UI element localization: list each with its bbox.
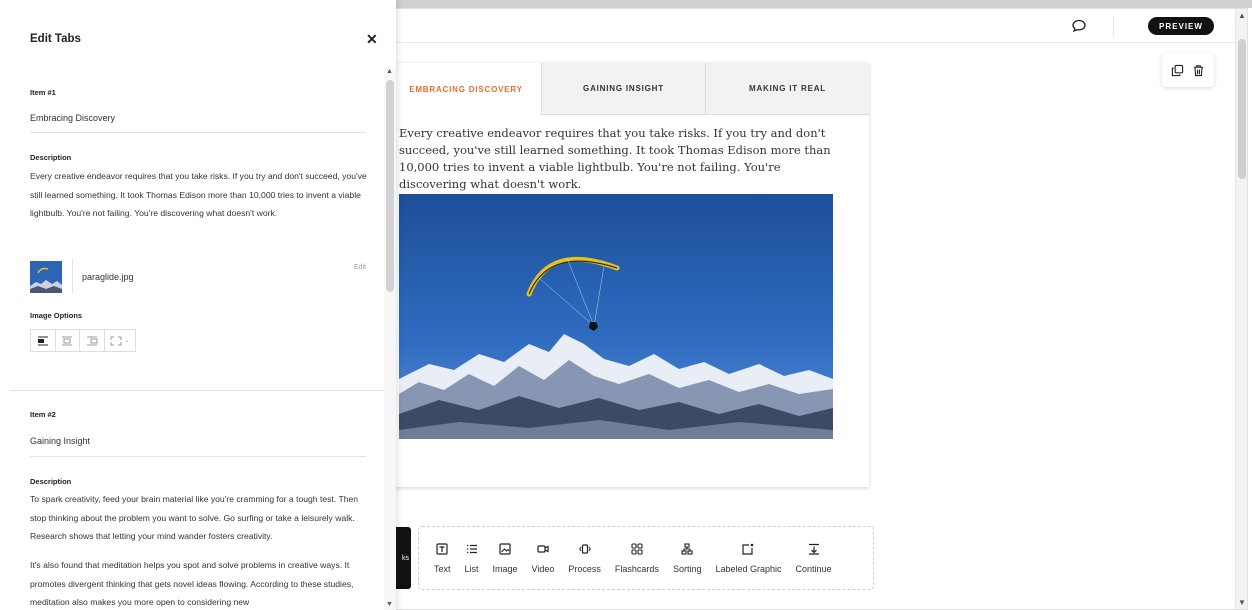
align-center-button[interactable]	[56, 330, 81, 351]
thumbnail-divider	[72, 259, 73, 293]
item2-description-field-p2[interactable]: It's also found that meditation helps yo…	[30, 556, 370, 610]
page-scrollbar-thumb[interactable]	[1238, 39, 1246, 179]
item1-image-edit-link[interactable]: Edit	[354, 264, 366, 271]
item1-description-field[interactable]: Every creative endeavor requires that yo…	[30, 167, 370, 223]
panel-scrollbar-thumb[interactable]	[386, 80, 394, 292]
align-left-icon	[37, 336, 48, 345]
image-options-label: Image Options	[30, 311, 83, 320]
block-text-button[interactable]: Text	[427, 542, 458, 574]
scroll-down-icon[interactable]: ▼	[1238, 598, 1246, 607]
block-menu: Text List Image Video Process Flashcards…	[418, 526, 874, 590]
block-sorting-button[interactable]: Sorting	[666, 542, 709, 574]
item-separator	[10, 390, 384, 391]
image-options-group: ⌄	[30, 329, 136, 352]
tabs-block: EMBRACING DISCOVERY GAINING INSIGHT MAKI…	[391, 63, 869, 487]
block-tools	[1162, 53, 1214, 87]
page-scrollbar[interactable]: ▲ ▼	[1235, 9, 1247, 609]
align-right-icon	[86, 336, 98, 345]
item1-image-thumbnail	[30, 261, 62, 293]
panel-scrollbar[interactable]: ▲ ▼	[384, 68, 396, 610]
item1-title-field[interactable]: Embracing Discovery	[30, 113, 115, 123]
panel-title: Edit Tabs	[30, 33, 81, 45]
block-continue-label: Continue	[795, 563, 832, 574]
comment-icon[interactable]	[1071, 18, 1087, 34]
close-icon[interactable]: ✕	[366, 31, 378, 48]
tab-row: EMBRACING DISCOVERY GAINING INSIGHT MAKI…	[391, 63, 869, 115]
block-sorting-label: Sorting	[672, 563, 702, 574]
item1-description-label: Description	[30, 153, 72, 162]
item1-file-name: paraglide.jpg	[82, 272, 134, 282]
tab-embracing-discovery[interactable]: EMBRACING DISCOVERY	[391, 63, 541, 115]
process-icon	[578, 543, 591, 554]
block-process-button[interactable]: Process	[561, 543, 608, 574]
header-divider	[1113, 17, 1114, 37]
item1-heading: Item #1	[30, 88, 56, 97]
list-icon	[466, 544, 477, 553]
align-right-button[interactable]	[80, 330, 105, 351]
block-image-label: Image	[492, 563, 518, 574]
item2-heading: Item #2	[30, 410, 56, 419]
block-continue-button[interactable]: Continue	[789, 543, 839, 574]
block-list-button[interactable]: List	[458, 543, 486, 574]
tab-body-text: Every creative endeavor requires that yo…	[399, 126, 831, 191]
image-size-dropdown[interactable]: ⌄	[105, 330, 135, 351]
labeled-graphic-icon	[742, 543, 754, 555]
sorting-icon	[681, 542, 693, 555]
panel-scroll-down-icon[interactable]: ▼	[386, 601, 393, 608]
align-center-icon	[62, 336, 73, 345]
edit-tabs-panel: Edit Tabs ✕ ▲ ▼ Item #1 Embracing Discov…	[0, 0, 396, 610]
item1-title-underline	[30, 132, 366, 133]
block-process-label: Process	[568, 563, 601, 574]
chevron-down-icon: ⌄	[124, 338, 130, 344]
duplicate-icon[interactable]	[1171, 64, 1184, 77]
block-flashcards-label: Flashcards	[614, 563, 659, 574]
text-icon	[436, 542, 448, 555]
panel-scroll-up-icon[interactable]: ▲	[386, 68, 393, 75]
block-video-label: Video	[531, 563, 555, 574]
tab-gaining-insight[interactable]: GAINING INSIGHT	[541, 63, 705, 115]
tab-making-it-real[interactable]: MAKING IT REAL	[705, 63, 869, 115]
expand-icon	[110, 336, 122, 345]
image-icon	[499, 542, 511, 555]
flashcards-icon	[631, 542, 643, 555]
block-labeled-graphic-button[interactable]: Labeled Graphic	[708, 543, 788, 574]
video-icon	[537, 544, 549, 553]
continue-icon	[808, 543, 819, 555]
preview-button[interactable]: PREVIEW	[1148, 17, 1214, 35]
block-video-button[interactable]: Video	[525, 543, 562, 574]
item2-title-field[interactable]: Gaining Insight	[30, 436, 90, 446]
item2-description-field[interactable]: To spark creativity, feed your brain mat…	[30, 490, 370, 546]
paraglide-image	[399, 194, 833, 439]
item2-title-underline	[30, 456, 366, 457]
align-left-button[interactable]	[31, 330, 56, 351]
block-text-label: Text	[434, 563, 451, 574]
block-image-button[interactable]: Image	[486, 542, 525, 574]
delete-icon[interactable]	[1192, 64, 1205, 77]
block-flashcards-button[interactable]: Flashcards	[608, 542, 666, 574]
item2-description-label: Description	[30, 477, 72, 486]
block-list-label: List	[464, 563, 479, 574]
scroll-up-icon[interactable]: ▲	[1238, 11, 1246, 20]
block-labeled-graphic-label: Labeled Graphic	[715, 563, 782, 574]
